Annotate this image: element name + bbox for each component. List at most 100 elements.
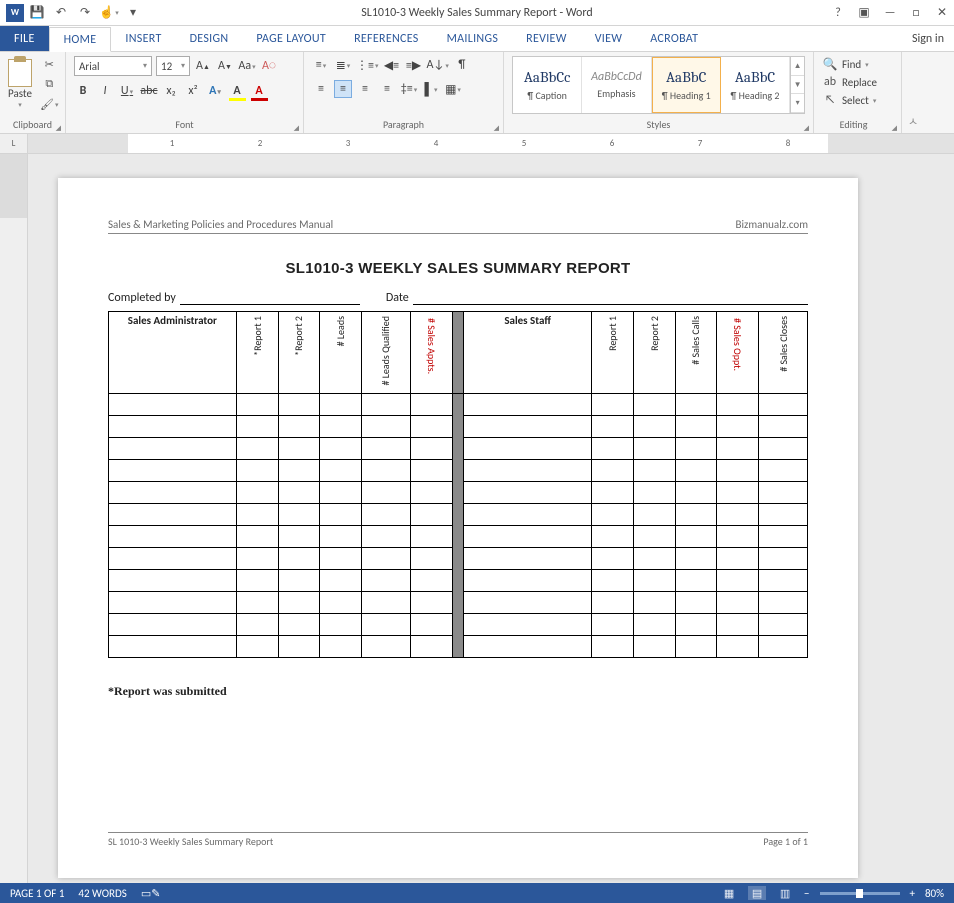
table-cell [109,635,237,657]
table-row [109,393,808,415]
align-right-button[interactable]: ≡ [356,80,374,98]
decrease-indent-button[interactable]: ◀≡ [383,56,401,74]
vertical-ruler[interactable] [0,154,28,883]
zoom-out-button[interactable]: − [804,887,809,900]
ribbon-display-icon[interactable]: ▣ [856,5,872,20]
align-center-button[interactable]: ≡ [334,80,352,98]
styles-down-icon[interactable]: ▼ [791,76,804,95]
read-mode-icon[interactable]: ▦ [720,886,738,900]
tab-design[interactable]: DESIGN [176,26,243,51]
table-cell [278,635,320,657]
table-cell [675,459,717,481]
select-button[interactable]: ↖Select▾ [822,92,893,108]
zoom-slider[interactable] [820,892,900,895]
shrink-font-icon[interactable]: A▼ [216,57,234,75]
find-button[interactable]: 🔍Find▾ [822,56,893,72]
tab-mailings[interactable]: MAILINGS [433,26,513,51]
underline-button[interactable]: U [118,82,136,100]
select-icon: ↖ [822,92,838,108]
touch-mode-icon[interactable]: ☝ [100,4,118,22]
style-caption[interactable]: AaBbCc ¶ Caption [513,57,582,113]
print-layout-icon[interactable]: ▤ [748,886,766,900]
line-spacing-button[interactable]: ‡≡ [400,80,418,98]
table-cell [592,591,634,613]
tab-insert[interactable]: INSERT [111,26,175,51]
font-name-select[interactable]: Arial▾ [74,56,152,76]
change-case-icon[interactable]: Aa [238,57,256,75]
tab-page-layout[interactable]: PAGE LAYOUT [242,26,340,51]
style-emphasis[interactable]: AaBbCcDd Emphasis [582,57,651,113]
help-icon[interactable]: ? [830,6,846,20]
style-heading1[interactable]: AaBbC ¶ Heading 1 [652,57,721,113]
sign-in-link[interactable]: Sign in [912,26,944,51]
highlight-button[interactable]: A [228,82,246,100]
align-left-button[interactable]: ≡ [312,80,330,98]
col-sales-admin: Sales Administrator [109,312,237,394]
text-effects-button[interactable]: A [206,82,224,100]
copy-icon[interactable]: ⧉ [40,76,58,92]
bullets-button[interactable]: ≡ [312,56,330,74]
styles-up-icon[interactable]: ▲ [791,57,804,76]
replace-button[interactable]: abReplace [822,74,893,90]
tab-acrobat[interactable]: ACROBAT [636,26,712,51]
qat-customize-icon[interactable]: ▾ [124,4,142,22]
maximize-icon[interactable]: □ [908,6,924,20]
status-page[interactable]: PAGE 1 OF 1 [10,887,64,900]
borders-button[interactable]: ▦ [444,80,462,98]
styles-gallery[interactable]: AaBbCc ¶ Caption AaBbCcDd Emphasis AaBbC… [512,56,805,114]
tab-home[interactable]: HOME [49,27,112,52]
table-row [109,635,808,657]
format-painter-icon[interactable]: 🖌 [40,96,58,112]
tab-review[interactable]: REVIEW [512,26,581,51]
document-scroll-area[interactable]: Sales & Marketing Policies and Procedure… [28,154,954,883]
ribbon-tabs: FILE HOME INSERT DESIGN PAGE LAYOUT REFE… [0,26,954,52]
style-heading2[interactable]: AaBbC ¶ Heading 2 [721,57,790,113]
web-layout-icon[interactable]: ▥ [776,886,794,900]
tab-view[interactable]: VIEW [581,26,637,51]
multilevel-button[interactable]: ⋮≡ [356,56,379,74]
strikethrough-button[interactable]: abc [140,82,158,100]
horizontal-ruler[interactable]: 12345678 [28,134,954,153]
tab-file[interactable]: FILE [0,26,49,51]
document-page[interactable]: Sales & Marketing Policies and Procedure… [58,178,858,878]
numbering-button[interactable]: ≣ [334,56,352,74]
styles-more-icon[interactable]: ▾ [791,94,804,113]
table-cell [759,591,808,613]
shading-button[interactable]: ▌ [422,80,440,98]
table-row [109,481,808,503]
undo-icon[interactable]: ↶ [52,4,70,22]
redo-icon[interactable]: ↷ [76,4,94,22]
status-words[interactable]: 42 WORDS [78,887,126,900]
zoom-in-button[interactable]: + [910,887,915,900]
cut-icon[interactable]: ✂ [40,56,58,72]
status-proofing-icon[interactable]: ▭✎ [141,887,161,900]
grow-font-icon[interactable]: A▲ [194,57,212,75]
zoom-level[interactable]: 80% [925,887,944,900]
save-icon[interactable]: 💾 [28,4,46,22]
close-icon[interactable]: ✕ [934,5,950,20]
sort-button[interactable]: A↓ [427,56,449,74]
table-cell [236,503,278,525]
footer-right: Page 1 of 1 [763,835,808,848]
paste-button[interactable]: Paste ▾ [8,59,32,109]
font-color-button[interactable]: A [250,82,268,100]
col-sales-appts: # Sales Appts. [410,312,452,394]
bold-button[interactable]: B [74,82,92,100]
table-cell [592,415,634,437]
table-cell [464,481,592,503]
minimize-icon[interactable]: — [882,6,898,20]
collapse-ribbon-icon[interactable]: ㅅ [902,52,924,133]
show-marks-button[interactable]: ¶ [453,56,471,74]
italic-button[interactable]: I [96,82,114,100]
increase-indent-button[interactable]: ≡▶ [405,56,423,74]
superscript-button[interactable]: x² [184,82,202,100]
clear-formatting-icon[interactable]: A◌ [260,57,278,75]
tab-references[interactable]: REFERENCES [340,26,433,51]
table-cell [464,525,592,547]
table-cell [278,437,320,459]
tab-selector[interactable]: L [0,134,28,153]
font-size-select[interactable]: 12▾ [156,56,190,76]
justify-button[interactable]: ≡ [378,80,396,98]
subscript-button[interactable]: x₂ [162,82,180,100]
table-cell [633,481,675,503]
